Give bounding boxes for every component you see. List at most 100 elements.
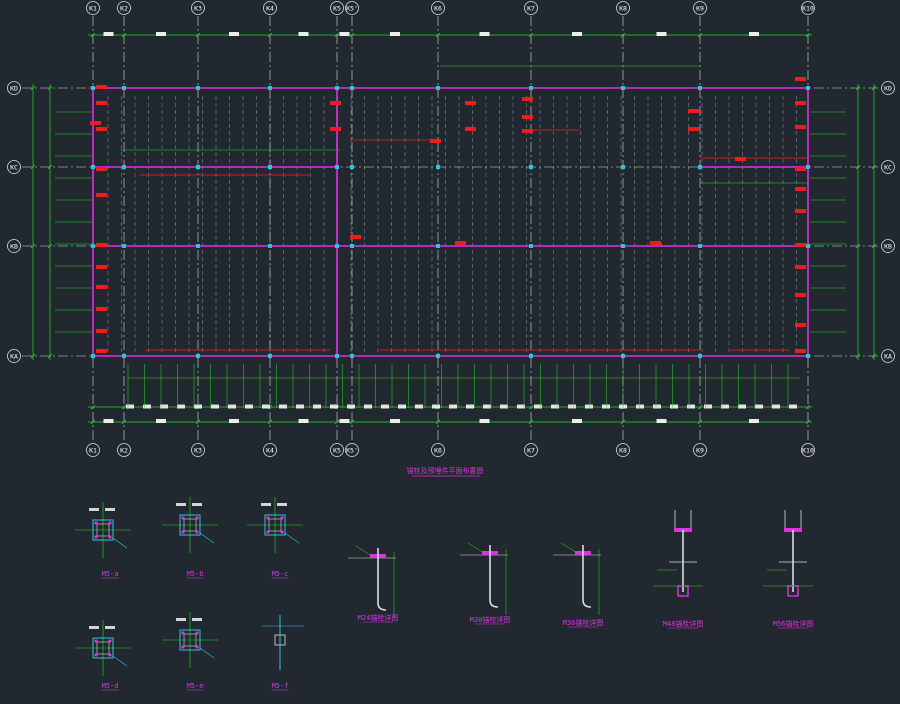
embed-plate-detail xyxy=(75,620,131,676)
bolt-hole xyxy=(181,631,185,635)
embed-tag xyxy=(350,235,361,239)
column-marker xyxy=(529,86,533,90)
detail-dim xyxy=(105,626,115,629)
leader xyxy=(560,542,578,554)
dimension-value-marker xyxy=(156,419,166,423)
bolt-hole xyxy=(266,530,270,534)
dimension-value-marker xyxy=(296,404,304,409)
embed-tag xyxy=(735,157,746,161)
bolt-hole xyxy=(108,653,112,657)
axis-label: KC xyxy=(10,164,18,172)
column-marker xyxy=(436,165,440,169)
bolt-hole xyxy=(94,653,98,657)
column-marker xyxy=(91,165,95,169)
embed-tag xyxy=(795,209,806,213)
dimension-value-marker xyxy=(738,404,746,409)
detail-dim xyxy=(192,503,202,506)
detail-dim xyxy=(176,618,186,621)
axis-label: K5 xyxy=(333,447,341,455)
detail-label: M24锚栓详图 xyxy=(358,613,399,622)
bolt-hole xyxy=(94,639,98,643)
leader xyxy=(199,647,215,659)
column-marker xyxy=(698,165,702,169)
axis-label: K10 xyxy=(802,5,814,13)
embed-tag xyxy=(522,97,533,101)
column-marker xyxy=(335,165,339,169)
axis-label: K8 xyxy=(619,5,627,13)
embed-tag xyxy=(688,109,699,113)
embed-tag xyxy=(96,285,107,289)
axis-label: K9 xyxy=(696,447,704,455)
dimension-value-marker xyxy=(687,404,695,409)
detail-label: M48锚栓详图 xyxy=(663,619,704,628)
column-marker xyxy=(196,86,200,90)
embed-tag xyxy=(96,307,107,311)
column-marker xyxy=(529,354,533,358)
axis-label: K9 xyxy=(696,5,704,13)
column-marker xyxy=(698,86,702,90)
column-marker xyxy=(350,244,354,248)
bolt-hole xyxy=(195,645,199,649)
dimension-value-marker xyxy=(103,419,114,423)
dimension-value-marker xyxy=(347,404,355,409)
dimension-lines xyxy=(30,32,877,425)
large-anchor-bolt-detail xyxy=(763,510,813,597)
embed-tag xyxy=(795,265,806,269)
anchor-bolt-detail xyxy=(460,542,508,615)
detail-label: M5-d xyxy=(102,682,119,690)
column-marker xyxy=(196,165,200,169)
detail-label: M36锚栓详图 xyxy=(563,618,604,627)
dimension-value-marker xyxy=(211,404,219,409)
dimension-value-marker xyxy=(656,419,667,423)
dimension-value-marker xyxy=(279,404,287,409)
leader xyxy=(112,655,128,667)
axis-bubbles: K1 K1 K2 K2 K3 K3 K4 K4 K5 K5 K5' K5' K6 K6 K7 K7 K8 K8 K9… xyxy=(7,1,895,457)
column-marker xyxy=(436,354,440,358)
axis-label: KA xyxy=(884,353,892,361)
embed-plate-detail xyxy=(162,497,218,553)
bolt-hole xyxy=(280,516,284,520)
detail-drawings: M5-a M5-b M5-c M5-d M5-e M5-f M24锚栓详图 M30锚栓详图 M3… xyxy=(75,497,814,691)
dimension-value-marker xyxy=(415,404,423,409)
dimension-value-marker xyxy=(749,32,759,36)
detail-label: M5-e xyxy=(187,682,204,690)
column-marker xyxy=(122,354,126,358)
column-embed-detail xyxy=(262,615,304,670)
anchor-bolt-detail xyxy=(348,545,396,618)
dimension-value-marker xyxy=(262,404,270,409)
anchor-sleeve xyxy=(674,510,692,531)
embed-tag xyxy=(795,349,806,353)
leader xyxy=(284,532,300,544)
detail-label: M56锚栓详图 xyxy=(773,619,814,628)
dimension-value-marker xyxy=(330,404,338,409)
column-marker xyxy=(268,354,272,358)
dimension-value-marker xyxy=(483,404,491,409)
column-marker xyxy=(268,86,272,90)
bolt-hole xyxy=(195,516,199,520)
cad-drawing-canvas[interactable]: K1 K1 K2 K2 K3 K3 K4 K4 K5 K5 K5' K5' K6 K6 K7 K7 K8 K8 K9… xyxy=(0,0,900,700)
embed-tag xyxy=(96,349,107,353)
axis-label: KB xyxy=(884,243,892,251)
axis-label: K10 xyxy=(802,447,814,455)
anchor-bolt-plan-drawing: K1 K1 K2 K2 K3 K3 K4 K4 K5 K5 K5' K5' K6 K6 K7 K7 K8 K8 K9… xyxy=(7,1,895,691)
embed-tag xyxy=(795,167,806,171)
dimension-value-marker xyxy=(229,419,239,423)
embed-tag xyxy=(465,101,476,105)
leader xyxy=(355,545,373,557)
embed-plate-detail xyxy=(162,612,218,668)
dimension-value-marker xyxy=(390,419,400,423)
dimension-value-marker xyxy=(245,404,253,409)
dimension-value-marker xyxy=(479,419,490,423)
dimension-value-marker xyxy=(398,404,406,409)
detail-dim xyxy=(277,503,287,506)
axis-label: KA xyxy=(10,353,18,361)
column-marker xyxy=(268,244,272,248)
column-marker xyxy=(436,86,440,90)
bolt-hole xyxy=(266,516,270,520)
column-marker xyxy=(268,165,272,169)
column-marker xyxy=(529,244,533,248)
dimension-value-marker xyxy=(670,404,678,409)
axis-label: K5' xyxy=(346,5,358,13)
column-marker xyxy=(350,354,354,358)
embed-tag xyxy=(795,323,806,327)
